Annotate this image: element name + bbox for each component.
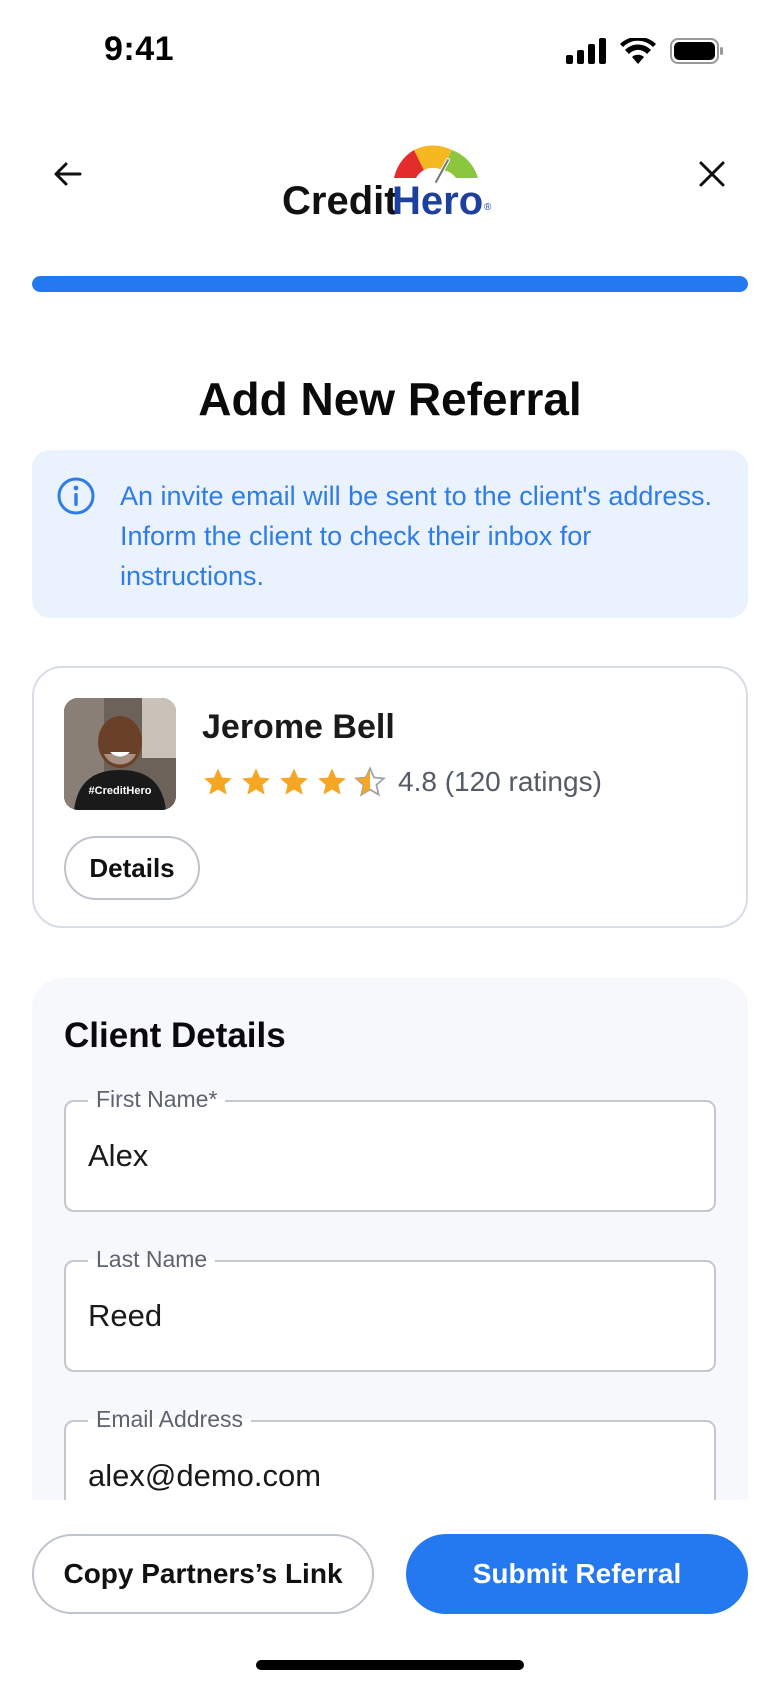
status-time: 9:41 <box>104 30 175 68</box>
last-name-field: Last Name <box>64 1246 716 1372</box>
first-name-label: First Name* <box>88 1086 226 1113</box>
arrow-left-icon <box>54 162 82 186</box>
credithero-logo: Credit Hero ® <box>280 142 500 223</box>
details-button[interactable]: Details <box>64 836 200 900</box>
star-icon <box>242 768 270 795</box>
battery-icon <box>670 38 723 64</box>
logo-text-credit: Credit <box>282 179 398 222</box>
last-name-input[interactable] <box>88 1294 688 1338</box>
close-icon <box>699 161 725 187</box>
submit-referral-button[interactable]: Submit Referral <box>406 1534 748 1614</box>
progress-bar <box>32 276 748 292</box>
copy-partner-link-button[interactable]: Copy Partners’s Link <box>32 1534 374 1614</box>
page-title: Add New Referral <box>198 373 582 425</box>
status-bar: 9:41 <box>0 0 780 100</box>
avatar-shirt-text: #CreditHero <box>89 785 152 797</box>
email-input[interactable] <box>88 1454 688 1498</box>
signal-icon <box>566 38 606 64</box>
email-label: Email Address <box>88 1406 252 1433</box>
logo-registered: ® <box>484 202 492 213</box>
avatar: #CreditHero <box>64 698 176 810</box>
home-indicator[interactable] <box>256 1660 524 1670</box>
info-text: An invite email will be sent to the clie… <box>120 481 712 591</box>
back-button[interactable] <box>44 150 92 198</box>
status-icons <box>566 38 724 64</box>
first-name-field: First Name* <box>64 1086 716 1212</box>
info-icon <box>57 477 95 515</box>
rating-text: 4.8 (120 ratings) <box>398 766 602 797</box>
first-name-input[interactable] <box>88 1134 688 1178</box>
progress-fill <box>32 276 748 292</box>
close-button[interactable] <box>688 150 736 198</box>
nav-header: Credit Hero ® <box>0 130 780 223</box>
star-icon <box>204 768 232 795</box>
partner-card: #CreditHero Jerome Bell 4.8 (120 ratings… <box>32 666 748 928</box>
star-half-icon <box>354 766 386 797</box>
logo-graphic: Credit Hero ® <box>282 145 492 223</box>
rating-row: 4.8 (120 ratings) <box>202 766 602 798</box>
star-icon <box>280 768 308 795</box>
last-name-label: Last Name <box>88 1246 216 1273</box>
wifi-icon <box>620 38 656 64</box>
info-banner: An invite email will be sent to the clie… <box>32 450 748 618</box>
logo-text-hero: Hero <box>392 179 483 222</box>
star-rating <box>202 766 386 798</box>
star-icon <box>318 768 346 795</box>
partner-name: Jerome Bell <box>202 708 395 746</box>
section-title: Client Details <box>64 1016 286 1055</box>
